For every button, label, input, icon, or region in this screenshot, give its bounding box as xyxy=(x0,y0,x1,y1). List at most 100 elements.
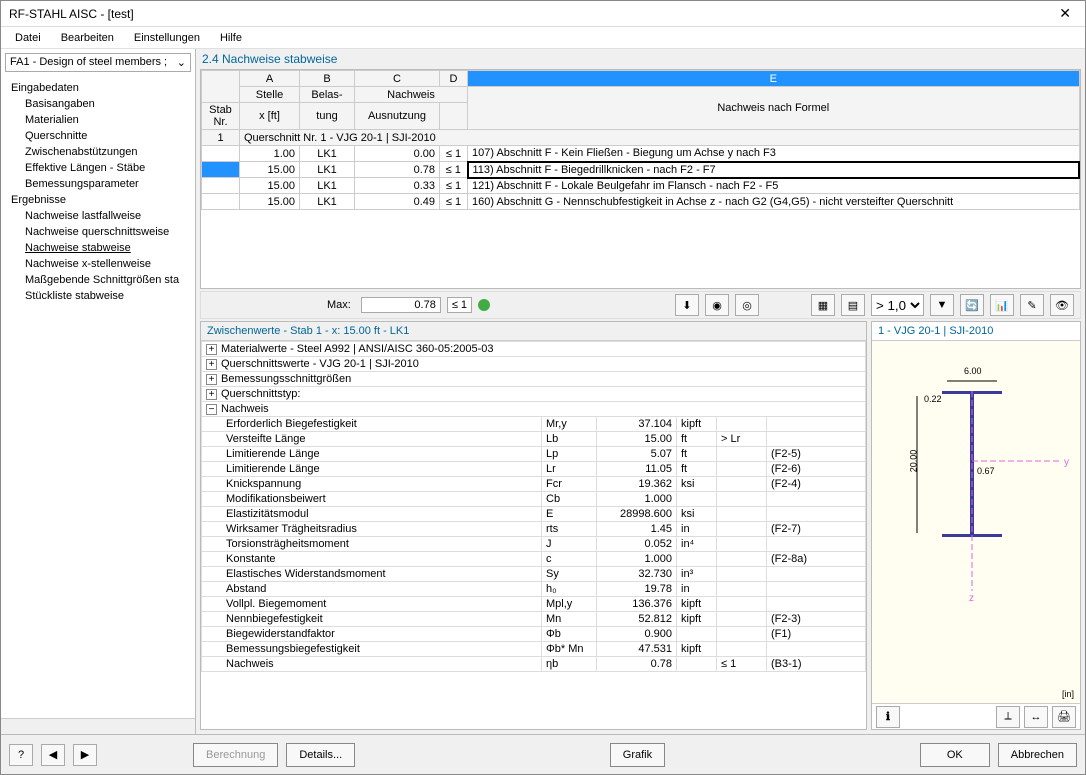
detail-row: Abstand h₀ 19.78 in xyxy=(202,582,866,597)
tree-item[interactable]: Effektive Längen - Stäbe xyxy=(7,160,189,176)
col-header: tung xyxy=(300,103,355,130)
detail-row: Nachweis ηb 0.78 ≤ 1 (B3-1) xyxy=(202,657,866,672)
ok-button[interactable]: OK xyxy=(920,743,990,767)
detail-row: Konstante c 1.000 (F2-8a) xyxy=(202,552,866,567)
col-letter: D xyxy=(440,71,468,87)
preview-unit: [in] xyxy=(1062,689,1074,699)
tool-icon[interactable]: ◉ xyxy=(705,294,729,316)
tool-icon[interactable]: 🔄 xyxy=(960,294,984,316)
tree-item-selected[interactable]: Nachweise stabweise xyxy=(7,240,189,256)
help-icon[interactable]: ? xyxy=(9,744,33,766)
print-icon[interactable]: 🖨 xyxy=(1052,706,1076,728)
panel-title: 2.4 Nachweise stabweise xyxy=(196,49,1085,69)
detail-row: Limitierende Länge Lp 5.07 ft (F2-5) xyxy=(202,447,866,462)
menu-datei[interactable]: Datei xyxy=(7,30,49,46)
tree-item[interactable]: Bemessungsparameter xyxy=(7,176,189,192)
filter-icon[interactable]: ▼ xyxy=(930,294,954,316)
dim-width: 6.00 xyxy=(964,366,982,376)
tree-item[interactable]: Zwischenabstützungen xyxy=(7,144,189,160)
footer: ? ◀ ▶ Berechnung Details... Grafik OK Ab… xyxy=(1,734,1085,774)
dim-height: 20.00 xyxy=(908,450,918,473)
close-icon[interactable]: ✕ xyxy=(1053,5,1077,22)
tree-item[interactable]: Querschnitte xyxy=(7,128,189,144)
tree-item[interactable]: Nachweise x-stellenweise xyxy=(7,256,189,272)
detail-group[interactable]: +Materialwerte - Steel A992 | ANSI/AISC … xyxy=(202,342,866,357)
case-selector[interactable]: FA1 - Design of steel members ; ⌄ xyxy=(5,53,191,72)
tool-icon[interactable]: ◎ xyxy=(735,294,759,316)
detail-group[interactable]: +Bemessungsschnittgrößen xyxy=(202,372,866,387)
detail-row: Limitierende Länge Lr 11.05 ft (F2-6) xyxy=(202,462,866,477)
nav-prev-icon[interactable]: ◀ xyxy=(41,744,65,766)
detail-row: Erforderlich Biegefestigkeit Mr,y 37.104… xyxy=(202,417,866,432)
results-grid: A B C D E Stelle Belas- Nachweis Nachwei… xyxy=(200,69,1081,289)
menu-hilfe[interactable]: Hilfe xyxy=(212,30,250,46)
details-title: Zwischenwerte - Stab 1 - x: 15.00 ft - L… xyxy=(201,322,866,341)
menu-einstellungen[interactable]: Einstellungen xyxy=(126,30,208,46)
grafik-button[interactable]: Grafik xyxy=(610,743,665,767)
nachweis-group[interactable]: −Nachweis xyxy=(202,402,866,417)
tree-group-results[interactable]: Ergebnisse xyxy=(7,192,189,208)
status-ok-icon xyxy=(478,299,490,311)
tree-group-input[interactable]: Eingabedaten xyxy=(7,80,189,96)
export-icon[interactable]: 📊 xyxy=(990,294,1014,316)
tree-item[interactable]: Basisangaben xyxy=(7,96,189,112)
max-rel: ≤ 1 xyxy=(447,297,472,313)
tool-icon[interactable]: ▦ xyxy=(811,294,835,316)
detail-row: Bemessungsbiegefestigkeit Φb* Mn 47.531 … xyxy=(202,642,866,657)
detail-group[interactable]: +Querschnittswerte - VJG 20-1 | SJI-2010 xyxy=(202,357,866,372)
detail-row: Wirksamer Trägheitsradius rts 1.45 in (F… xyxy=(202,522,866,537)
menu-bearbeiten[interactable]: Bearbeiten xyxy=(53,30,122,46)
col-letter: A xyxy=(240,71,300,87)
tool-icon[interactable]: ⬇ xyxy=(675,294,699,316)
table-row[interactable]: 15.00 LK1 0.78 ≤ 1 113) Abschnitt F - Bi… xyxy=(202,162,1080,178)
table-row[interactable]: 1.00 LK1 0.00 ≤ 1 107) Abschnitt F - Kei… xyxy=(202,146,1080,162)
eye-icon[interactable]: 👁 xyxy=(1050,294,1074,316)
berechnung-button[interactable]: Berechnung xyxy=(193,743,278,767)
detail-row: Nennbiegefestigkeit Mn 52.812 kipft (F2-… xyxy=(202,612,866,627)
dim-icon[interactable]: ↔ xyxy=(1024,706,1048,728)
max-label: Max: xyxy=(327,299,351,311)
filter-select[interactable]: > 1,0 xyxy=(871,294,924,316)
col-header: x [ft] xyxy=(240,103,300,130)
sidebar-scrollbar[interactable] xyxy=(1,718,195,734)
tree-item[interactable]: Materialien xyxy=(7,112,189,128)
info-icon[interactable]: ℹ xyxy=(876,706,900,728)
tree-item[interactable]: Nachweise lastfallweise xyxy=(7,208,189,224)
detail-group[interactable]: +Querschnittstyp: xyxy=(202,387,866,402)
col-letter: E xyxy=(468,71,1080,87)
col-header: Stelle xyxy=(240,87,300,103)
section-svg: y z xyxy=(872,341,1081,641)
section-row: Querschnitt Nr. 1 - VJG 20-1 | SJI-2010 xyxy=(240,130,1080,146)
detail-row: Torsionsträgheitsmoment J 0.052 in⁴ xyxy=(202,537,866,552)
sidebar: FA1 - Design of steel members ; ⌄ Eingab… xyxy=(1,49,196,734)
row-nr: 1 xyxy=(202,130,240,146)
axes-icon[interactable]: ⟂ xyxy=(996,706,1020,728)
detail-row: Biegewiderstandfaktor Φb 0.900 (F1) xyxy=(202,627,866,642)
case-selector-value: FA1 - Design of steel members ; xyxy=(10,56,177,69)
col-header: Nachweis xyxy=(355,87,468,103)
tree-item[interactable]: Maßgebende Schnittgrößen sta xyxy=(7,272,189,288)
tree-item[interactable]: Stückliste stabweise xyxy=(7,288,189,304)
tree-item[interactable]: Nachweise querschnittsweise xyxy=(7,224,189,240)
table-row[interactable]: 15.00 LK1 0.33 ≤ 1 121) Abschnitt F - Lo… xyxy=(202,178,1080,194)
col-letter: C xyxy=(355,71,440,87)
detail-row: Elastisches Widerstandsmoment Sy 32.730 … xyxy=(202,567,866,582)
title-bar: RF-STAHL AISC - [test] ✕ xyxy=(1,1,1085,27)
section-preview: 1 - VJG 20-1 | SJI-2010 y z xyxy=(871,321,1081,730)
detail-row: Knickspannung Fcr 19.362 ksi (F2-4) xyxy=(202,477,866,492)
details-button[interactable]: Details... xyxy=(286,743,355,767)
menu-bar: Datei Bearbeiten Einstellungen Hilfe xyxy=(1,27,1085,49)
nav-next-icon[interactable]: ▶ xyxy=(73,744,97,766)
table-row[interactable]: 15.00 LK1 0.49 ≤ 1 160) Abschnitt G - Ne… xyxy=(202,194,1080,210)
tool-icon[interactable]: ✎ xyxy=(1020,294,1044,316)
detail-row: Versteifte Länge Lb 15.00 ft > Lr xyxy=(202,432,866,447)
nav-tree: Eingabedaten Basisangaben Materialien Qu… xyxy=(1,76,195,718)
dim-flange: 0.22 xyxy=(924,394,942,404)
tool-icon[interactable]: ▤ xyxy=(841,294,865,316)
col-letter: B xyxy=(300,71,355,87)
toolbar: Max: 0.78 ≤ 1 ⬇ ◉ ◎ ▦ ▤ > 1,0 ▼ 🔄 📊 ✎ 👁 xyxy=(200,291,1081,319)
window-title: RF-STAHL AISC - [test] xyxy=(9,7,1053,21)
detail-row: Elastizitätsmodul E 28998.600 ksi xyxy=(202,507,866,522)
dim-web: 0.67 xyxy=(977,466,995,476)
abbrechen-button[interactable]: Abbrechen xyxy=(998,743,1077,767)
